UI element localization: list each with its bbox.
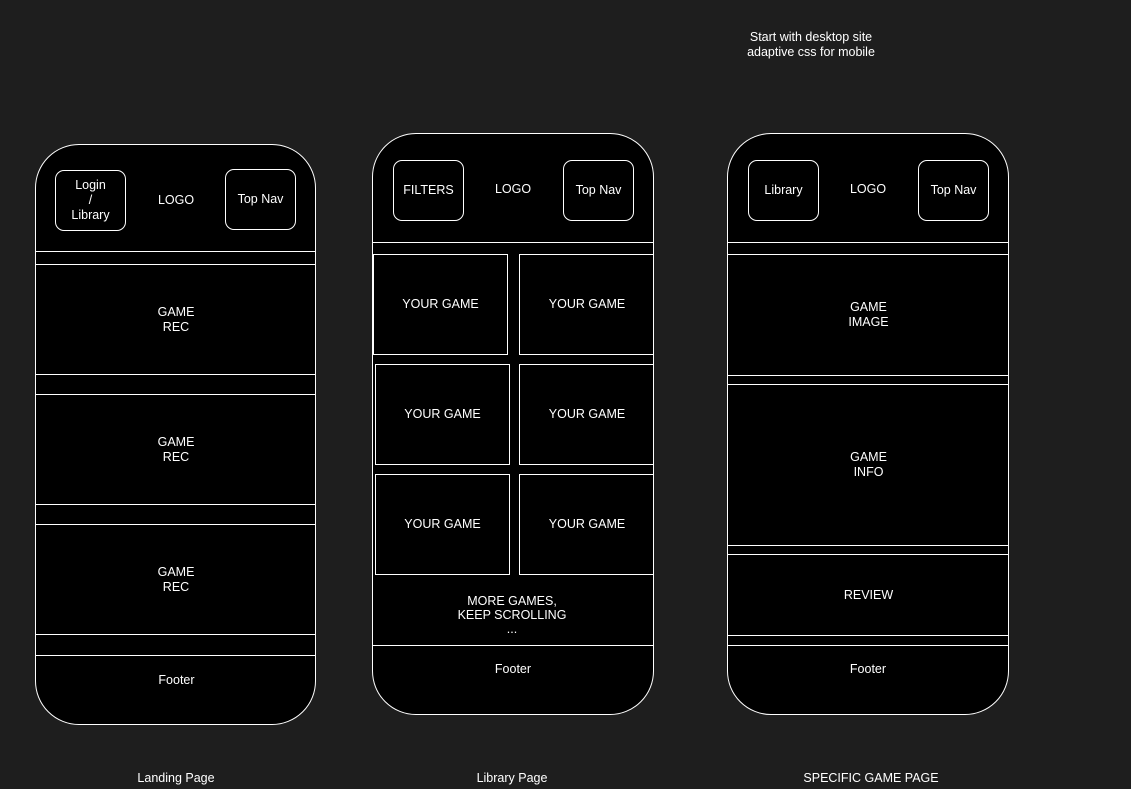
- your-game-tile[interactable]: YOUR GAME: [375, 474, 510, 575]
- footer-divider: [728, 645, 1008, 646]
- header-divider: [36, 251, 315, 252]
- landing-page-wireframe: Login / Library LOGO Top Nav GAME REC GA…: [35, 144, 316, 725]
- your-game-tile[interactable]: YOUR GAME: [375, 364, 510, 465]
- footer: Footer: [158, 673, 195, 687]
- library-page-wireframe: FILTERS LOGO Top Nav YOUR GAME YOUR GAME…: [372, 133, 654, 715]
- logo: LOGO: [157, 193, 195, 207]
- header-divider: [373, 242, 653, 243]
- game-info-block: GAME INFO: [728, 384, 1008, 546]
- footer: Footer: [849, 662, 887, 676]
- game-page-caption: SPECIFIC GAME PAGE: [803, 771, 939, 785]
- logo: LOGO: [494, 182, 532, 196]
- game-rec-block[interactable]: GAME REC: [36, 524, 315, 635]
- footer-divider: [36, 655, 315, 656]
- game-page-wireframe: Library LOGO Top Nav GAME IMAGE GAME INF…: [727, 133, 1009, 715]
- header-divider: [728, 242, 1008, 243]
- your-game-tile[interactable]: YOUR GAME: [373, 254, 508, 355]
- library-button[interactable]: Library: [748, 160, 819, 221]
- top-nav-button[interactable]: Top Nav: [225, 169, 296, 230]
- game-rec-block[interactable]: GAME REC: [36, 264, 315, 375]
- game-image-block: GAME IMAGE: [728, 254, 1008, 376]
- review-block[interactable]: REVIEW: [728, 554, 1008, 636]
- your-game-tile[interactable]: YOUR GAME: [519, 364, 653, 465]
- more-games-text: MORE GAMES, KEEP SCROLLING ...: [457, 594, 567, 636]
- filters-button[interactable]: FILTERS: [393, 160, 464, 221]
- footer-divider: [373, 645, 653, 646]
- footer: Footer: [494, 662, 532, 676]
- logo: LOGO: [849, 182, 887, 196]
- top-nav-button[interactable]: Top Nav: [918, 160, 989, 221]
- design-note: Start with desktop site adaptive css for…: [747, 30, 875, 59]
- your-game-tile[interactable]: YOUR GAME: [519, 474, 653, 575]
- your-game-tile[interactable]: YOUR GAME: [519, 254, 653, 355]
- library-page-caption: Library Page: [476, 771, 548, 785]
- landing-page-caption: Landing Page: [137, 771, 215, 785]
- login-library-button[interactable]: Login / Library: [55, 170, 126, 231]
- game-rec-block[interactable]: GAME REC: [36, 394, 315, 505]
- top-nav-button[interactable]: Top Nav: [563, 160, 634, 221]
